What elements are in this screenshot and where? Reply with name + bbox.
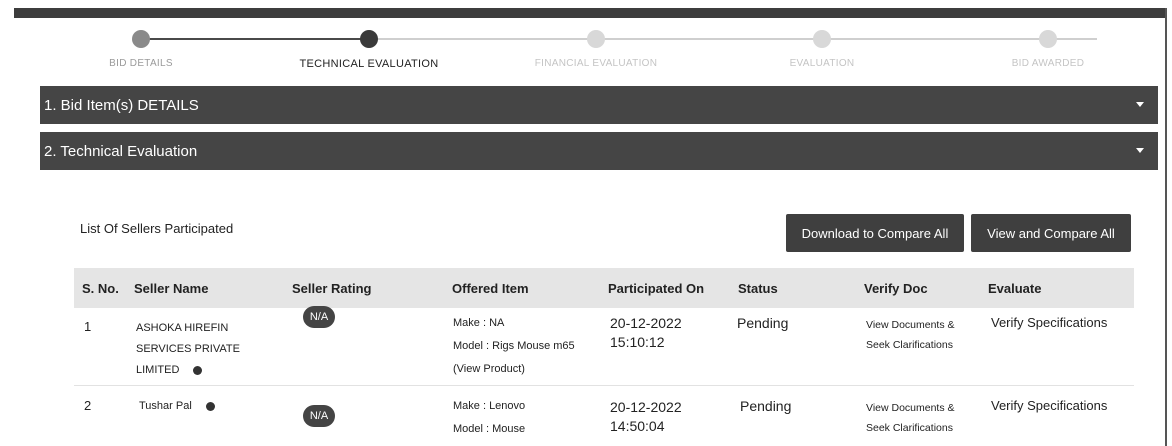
seller-name-line: ASHOKA HIREFIN [136,322,229,334]
accordion-bid-items[interactable]: 1. Bid Item(s) DETAILS [40,86,1158,124]
accordion-technical-evaluation[interactable]: 2. Technical Evaluation [40,132,1158,170]
step-label-evaluation: EVALUATION [789,58,855,69]
step-dot-financial-evaluation [587,30,605,48]
step-label-technical-evaluation: TECHNICAL EVALUATION [299,58,439,70]
verify-doc-line[interactable]: Seek Clarifications [866,335,955,355]
step-label-bid-awarded: BID AWARDED [1011,58,1085,69]
seller-name: Tushar Pal [139,396,215,417]
row-divider [74,385,1134,386]
item-model: Model : Rigs Mouse m65 [453,340,575,352]
row-sno: 1 [84,319,92,334]
status-text: Pending [740,398,792,414]
caret-down-icon[interactable] [1136,148,1144,153]
caret-down-icon[interactable] [1136,102,1144,107]
seller-name-line: LIMITED [136,364,180,376]
participated-on: 20-12-2022 14:50:04 [610,398,682,436]
verify-specifications-link[interactable]: Verify Specifications [991,315,1107,330]
step-dot-bid-details [132,30,150,48]
view-product-link[interactable]: (View Product) [453,358,575,381]
verify-doc-line[interactable]: View Documents & [866,315,955,335]
step-label-bid-details: BID DETAILS [109,58,173,69]
step-connector [141,38,369,40]
item-make: Make : NA [453,317,505,329]
verify-doc-line[interactable]: View Documents & [866,398,955,418]
step-dot-evaluation [813,30,831,48]
sellers-table-header: S. No. Seller Name Seller Rating Offered… [74,268,1134,308]
item-make: Make : Lenovo [453,400,526,412]
participated-date: 20-12-2022 [610,315,682,331]
offered-item: Make : NA Model : Rigs Mouse m65 (View P… [453,312,575,381]
participated-date: 20-12-2022 [610,399,682,415]
column-header-sno: S. No. [82,281,119,296]
status-text: Pending [737,315,789,331]
row-sno: 2 [84,398,92,413]
verify-specifications-link[interactable]: Verify Specifications [991,398,1107,413]
seller-name: ASHOKA HIREFIN SERVICES PRIVATE LIMITED [136,318,240,381]
column-header-evaluate: Evaluate [988,281,1042,296]
progress-stepper: BID DETAILS TECHNICAL EVALUATION FINANCI… [0,18,1172,80]
info-icon[interactable] [205,401,215,411]
step-label-financial-evaluation: FINANCIAL EVALUATION [534,58,658,69]
seller-rating-badge: N/A [303,405,335,427]
participated-on: 20-12-2022 15:10:12 [610,314,682,352]
download-compare-all-button[interactable]: Download to Compare All [786,214,964,252]
column-header-status: Status [738,281,778,296]
step-dot-technical-evaluation [360,30,378,48]
verify-doc-line[interactable]: Seek Clarifications [866,418,955,438]
offered-item: Make : Lenovo Model : Mouse [453,395,525,441]
participated-time: 15:10:12 [610,334,665,350]
step-dot-bid-awarded [1039,30,1057,48]
verify-doc-link[interactable]: View Documents & Seek Clarifications [866,315,955,355]
column-header-seller-name: Seller Name [134,281,209,296]
item-model: Model : Mouse [453,423,526,435]
accordion-title: 1. Bid Item(s) DETAILS [44,96,199,114]
view-compare-all-button[interactable]: View and Compare All [971,214,1131,252]
seller-name-line: SERVICES PRIVATE [136,343,240,355]
info-icon[interactable] [193,365,203,375]
step-connector [369,38,1097,40]
verify-doc-link[interactable]: View Documents & Seek Clarifications [866,398,955,438]
sellers-list-title: List Of Sellers Participated [80,221,234,236]
column-header-seller-rating: Seller Rating [292,281,372,296]
top-bar [14,8,1166,18]
column-header-verify-doc: Verify Doc [864,281,928,296]
accordion-title: 2. Technical Evaluation [44,142,198,160]
seller-name-line: Tushar Pal [139,400,192,412]
column-header-participated-on: Participated On [608,281,705,296]
participated-time: 14:50:04 [610,418,665,434]
column-header-offered-item: Offered Item [452,281,529,296]
seller-rating-badge: N/A [303,306,335,328]
